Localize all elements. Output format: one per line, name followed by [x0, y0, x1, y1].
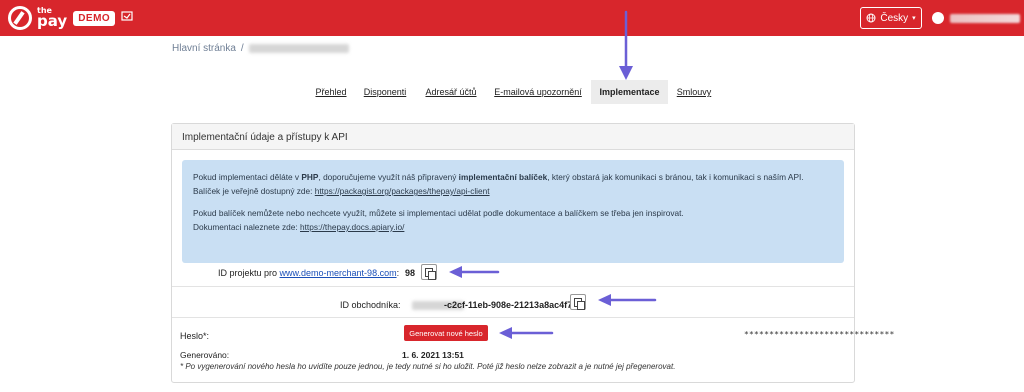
- packagist-link[interactable]: https://packagist.org/packages/thepay/ap…: [315, 186, 490, 196]
- breadcrumb-home[interactable]: Hlavní stránka: [172, 43, 236, 54]
- generated-label: Generováno:: [180, 350, 230, 360]
- user-menu[interactable]: ▾: [932, 9, 1024, 27]
- password-note: * Po vygenerování nového hesla ho uvidít…: [180, 362, 676, 371]
- user-name-redacted: [950, 13, 1020, 23]
- merchant-id-value: -c2cf-11eb-908e-21213a8ac4f7: [444, 300, 573, 310]
- breadcrumb-current-redacted: [248, 44, 349, 53]
- thepay-logo[interactable]: the pay DEMO: [8, 4, 116, 32]
- top-bar: the pay DEMO Česky ▾ ▾: [0, 0, 1024, 36]
- switch-icon[interactable]: [121, 10, 133, 22]
- language-select[interactable]: Česky ▾: [860, 7, 922, 29]
- merchant-id-label: ID obchodníka:: [340, 300, 401, 310]
- divider: [172, 317, 854, 318]
- tab-smlouvy[interactable]: Smlouvy: [674, 80, 714, 104]
- password-label: Heslo*:: [180, 331, 210, 341]
- arrow-annotation-icon: [449, 266, 500, 278]
- thepay-logo-icon: [8, 6, 32, 30]
- implementation-card: Implementační údaje a přístupy k API Pok…: [171, 123, 894, 383]
- project-id-value: 98: [405, 268, 416, 278]
- info-paragraph-docs: Pokud balíček nemůžete nebo nechcete vyu…: [193, 208, 684, 232]
- project-id-label: ID projektu pro: [218, 268, 280, 278]
- tab-adresar-uctu[interactable]: Adresář účtů: [422, 80, 480, 104]
- language-label: Česky: [880, 12, 909, 24]
- generate-password-button[interactable]: Generovat nové heslo: [404, 325, 488, 341]
- arrow-annotation-icon: [499, 327, 554, 339]
- breadcrumb: Hlavní stránka /: [172, 43, 349, 54]
- project-id-row: ID projektu pro www.demo-merchant-98.com…: [172, 264, 854, 286]
- arrow-annotation-icon: [619, 10, 633, 80]
- info-box: Pokud implementaci děláte v PHP, doporuč…: [182, 160, 844, 263]
- merchant-id-row: ID obchodníka: -c2cf-11eb-908e-21213a8ac…: [172, 294, 854, 318]
- copy-icon[interactable]: [570, 294, 586, 310]
- tab-implementace[interactable]: Implementace: [591, 80, 668, 104]
- tab-bar: Přehled Disponenti Adresář účtů E-mailov…: [0, 80, 1024, 104]
- globe-icon: [866, 13, 876, 23]
- logo-pay-text: pay: [37, 12, 68, 30]
- arrow-annotation-icon: [598, 294, 657, 306]
- tab-emailova-upozorneni[interactable]: E-mailová upozornění: [492, 80, 584, 104]
- password-mask: ******************************: [744, 330, 895, 339]
- project-domain-link[interactable]: www.demo-merchant-98.com: [280, 268, 397, 278]
- breadcrumb-separator: /: [240, 43, 244, 54]
- demo-badge: DEMO: [73, 10, 116, 26]
- tab-disponenti[interactable]: Disponenti: [362, 80, 408, 104]
- info-paragraph-package: Pokud implementaci děláte v PHP, doporuč…: [193, 172, 804, 196]
- chevron-down-icon: ▾: [912, 15, 916, 22]
- generated-date: 1. 6. 2021 13:51: [402, 350, 464, 360]
- user-icon: [932, 12, 944, 24]
- divider: [172, 286, 854, 287]
- apiary-docs-link[interactable]: https://thepay.docs.apiary.io/: [300, 222, 404, 232]
- card-title: Implementační údaje a přístupy k API: [172, 124, 854, 150]
- copy-icon[interactable]: [421, 264, 437, 280]
- tab-prehled[interactable]: Přehled: [312, 80, 350, 104]
